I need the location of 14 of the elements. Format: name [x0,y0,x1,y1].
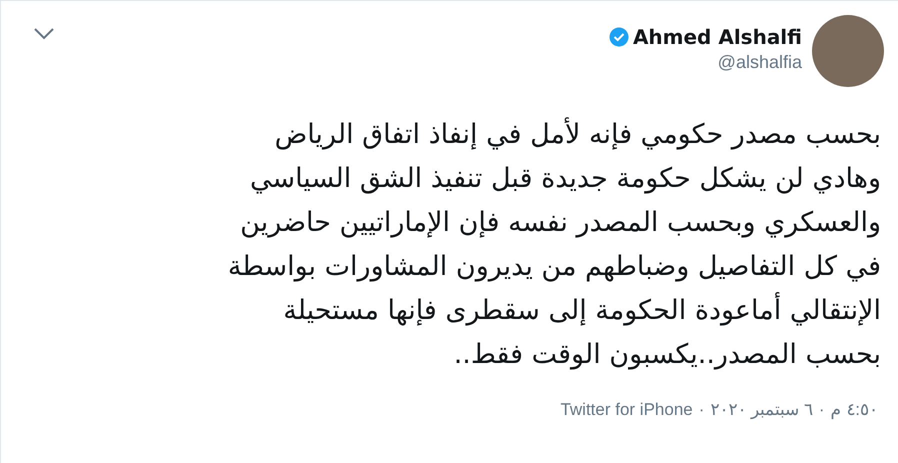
tweet-text-line: وهادي لن يشكل حكومة جديدة قبل تنفيذ الشق السياسي [250,162,881,196]
tweet-time[interactable]: ٤:٥٠ م [830,397,878,422]
chevron-down-icon[interactable] [33,27,55,41]
separator-dot: · [818,399,825,421]
separator-dot: · [698,399,704,421]
tweet-text-line: والعسكري وبحسب المصدر نفسه فإن الإماراتيين حاضرين [240,206,881,240]
author-handle[interactable]: @alshalfia [718,49,802,75]
tweet-text-line: الإنتقالي أماعودة الحكومة إلى سقطرى فإنها مستحيلة [283,289,881,333]
tweet-date[interactable]: ٦ سبتمبر ٢٠٢٠ [710,397,813,422]
tweet-text-line: بحسب المصدر..يكسبون الوقت فقط.. [454,338,881,372]
tweet-text-line: في كل التفاصيل وضباطهم من يديرون المشاورات بواسطة [228,250,881,284]
author-name[interactable]: Ahmed Alshalfi [632,25,802,49]
tweet-source[interactable]: Twitter for iPhone [560,397,693,422]
tweet-text-line: بحسب مصدر حكومي فإنه لأمل في إنفاذ اتفاق الرياض [274,116,881,152]
